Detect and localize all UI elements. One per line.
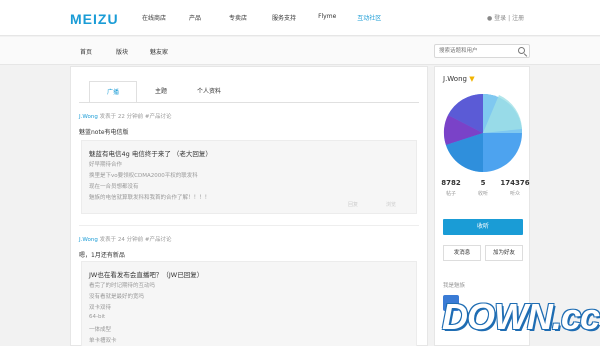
- search-box: [434, 44, 530, 58]
- tab-topics[interactable]: 主题: [137, 81, 185, 103]
- crown-icon: ▼: [469, 75, 475, 83]
- quote-line: 看完了的时记期待的互动吗: [89, 283, 156, 289]
- profile-name[interactable]: J.Wong: [443, 75, 467, 83]
- profile-tabs: 广播 主题 个人资料: [89, 81, 233, 103]
- breadcrumb-home[interactable]: 首页: [80, 47, 92, 56]
- feed-post: J.Wong 发表于 24 分钟前 #产品讨论 嗯，1月还有新品 JW也在看发布…: [79, 235, 419, 346]
- stat-value: 8782: [441, 179, 461, 187]
- stat-value: 5: [480, 179, 486, 187]
- quote-title[interactable]: 魅蓝有电信4g 电信终于来了 （老大回复）: [89, 148, 212, 158]
- quote-line: 换里是下vo要领权CDMA2000平权的联发科: [89, 173, 198, 179]
- quote-line: 双卡双待: [89, 305, 112, 311]
- view-link[interactable]: 浏览: [386, 201, 396, 208]
- tab-profile[interactable]: 个人资料: [185, 81, 233, 103]
- top-navigation-bar: MEIZU 在线商店 产品 专卖店 服务支持 Flyme 互动社区 ● 登录 |…: [0, 0, 600, 36]
- stat-label: 收听: [477, 191, 488, 197]
- post-meta: J.Wong 发表于 24 分钟前 #产品讨论: [79, 235, 419, 243]
- feed-panel: 广播 主题 个人资料 J.Wong 发表于 22 分钟前 #产品讨论 魅蓝not…: [70, 66, 428, 346]
- follow-button[interactable]: 收听: [443, 219, 523, 235]
- quoted-post[interactable]: 魅蓝有电信4g 电信终于来了 （老大回复） 好早期待合作 换里是下vo要领权CD…: [81, 140, 417, 214]
- meizu-logo[interactable]: MEIZU: [70, 11, 119, 27]
- profile-name-row: J.Wong ▼: [443, 75, 475, 83]
- post-time: 发表于 24 分钟前 #产品讨论: [99, 237, 172, 243]
- stat-label: 帖子: [445, 191, 456, 197]
- nav-online-store[interactable]: 在线商店: [142, 13, 166, 22]
- quote-line: 魅族的电信就算联发科和我首的合作了解！！！！: [89, 195, 211, 201]
- breadcrumb-forum[interactable]: 魅友家: [150, 47, 168, 56]
- quote-title[interactable]: JW也在看发布会直播吧？（JW已回复）: [89, 269, 203, 279]
- post-time: 发表于 22 分钟前 #产品讨论: [99, 114, 172, 120]
- quote-line: 64-bit: [89, 314, 106, 320]
- main-nav: 在线商店 产品 专卖店 服务支持 Flyme 互动社区: [142, 13, 381, 22]
- post-author[interactable]: J.Wong: [79, 114, 98, 120]
- tab-broadcast[interactable]: 广播: [89, 81, 137, 103]
- stat-followers[interactable]: 174376 听众: [499, 179, 531, 197]
- stat-label: 听众: [509, 191, 520, 197]
- search-icon[interactable]: [518, 47, 525, 54]
- quote-line: 一体成型: [89, 327, 112, 333]
- nav-community[interactable]: 互动社区: [357, 13, 381, 22]
- post-divider: [79, 225, 419, 226]
- quote-line: 现在一合员想都没有: [89, 184, 139, 190]
- quote-line: 单卡槽双卡: [89, 338, 117, 344]
- quote-line: 好早期待合作: [89, 162, 123, 168]
- search-input[interactable]: [435, 45, 515, 57]
- stat-value: 174376: [500, 179, 530, 187]
- add-friend-button[interactable]: 加为好友: [485, 245, 523, 261]
- section-title: 我是魅族: [443, 283, 466, 289]
- send-message-button[interactable]: 发消息: [443, 245, 481, 261]
- quoted-post[interactable]: JW也在看发布会直播吧？（JW已回复） 看完了的时记期待的互动吗 没有看就是最好…: [81, 261, 417, 346]
- profile-stats: 8782 帖子 5 收听 174376 听众: [435, 179, 531, 197]
- login-link[interactable]: 登录: [494, 15, 506, 22]
- nav-support[interactable]: 服务支持: [272, 13, 296, 22]
- separator: |: [508, 15, 511, 22]
- stat-following[interactable]: 5 收听: [467, 179, 499, 197]
- nav-flyme[interactable]: Flyme: [318, 13, 336, 22]
- stat-posts[interactable]: 8782 帖子: [435, 179, 467, 197]
- nav-products[interactable]: 产品: [189, 13, 201, 22]
- reply-link[interactable]: 回复: [348, 201, 358, 208]
- breadcrumb-section[interactable]: 版块: [116, 47, 128, 56]
- nav-stores[interactable]: 专卖店: [229, 13, 247, 22]
- post-author[interactable]: J.Wong: [79, 237, 98, 243]
- post-text: 嗯，1月还有新品: [79, 252, 125, 259]
- watermark: DOWN.cc: [442, 296, 600, 337]
- tab-divider: [79, 102, 419, 103]
- post-text: 魅蓝note有电信版: [79, 129, 129, 136]
- avatar[interactable]: [443, 89, 523, 175]
- user-icon: ●: [487, 15, 493, 22]
- user-links: ● 登录 | 注册: [487, 13, 524, 22]
- post-meta: J.Wong 发表于 22 分钟前 #产品讨论: [79, 112, 419, 120]
- feed-post: J.Wong 发表于 22 分钟前 #产品讨论 魅蓝note有电信版 魅蓝有电信…: [79, 112, 419, 242]
- quote-line: 没有看就是最好的宽吗: [89, 294, 145, 300]
- register-link[interactable]: 注册: [512, 15, 524, 22]
